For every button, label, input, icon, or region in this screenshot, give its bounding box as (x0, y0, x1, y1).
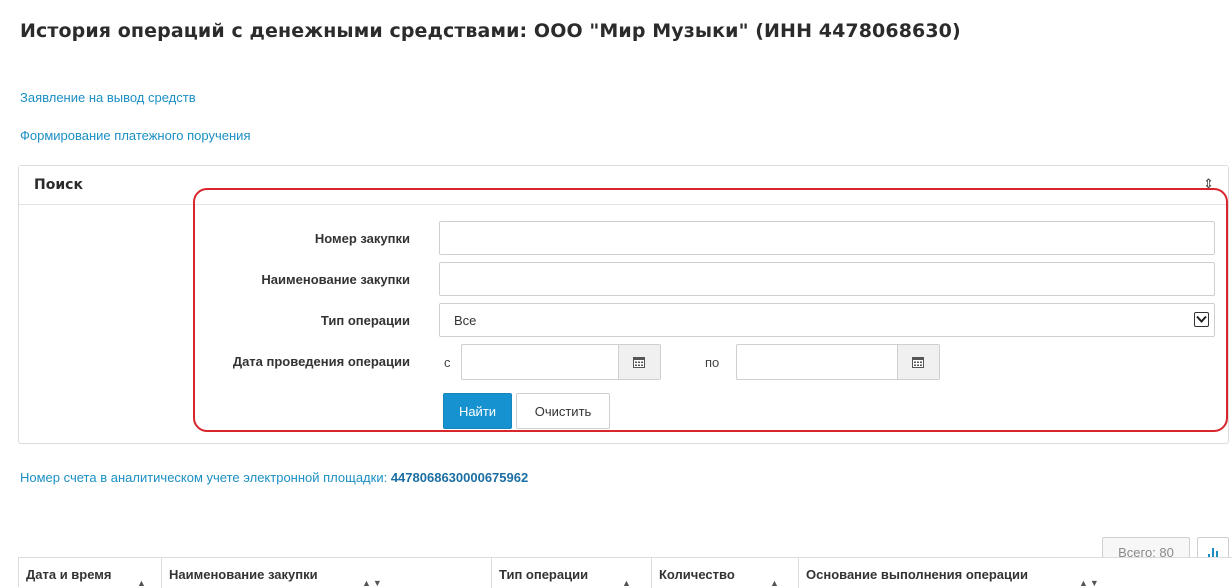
search-panel-title: Поиск (34, 177, 83, 193)
operation-type-selected-value: Все (454, 313, 477, 328)
payment-order-link[interactable]: Формирование платежного поручения (20, 128, 250, 143)
column-header-basis[interactable]: Основание выполнения операции ▲▼ (799, 558, 1232, 588)
vertical-arrows-icon[interactable]: ⇕ (1203, 175, 1214, 193)
date-from-input[interactable] (462, 345, 618, 379)
calendar-icon[interactable] (618, 345, 660, 379)
purchase-number-label: Номер закупки (314, 231, 410, 246)
purchase-number-input[interactable] (439, 221, 1215, 255)
account-number-label: Номер счета в аналитическом учете электр… (20, 470, 391, 485)
date-from-field[interactable] (461, 344, 661, 380)
operation-type-label: Тип операции (320, 313, 410, 328)
withdraw-request-link[interactable]: Заявление на вывод средств (20, 90, 196, 105)
account-number-value: 4478068630000675962 (390, 470, 529, 485)
page-title: История операций с денежными средствами:… (20, 20, 961, 42)
calendar-icon[interactable] (897, 345, 939, 379)
purchase-name-label: Наименование закупки (261, 272, 410, 287)
date-from-prefix: с (444, 355, 451, 370)
column-header-operation-type[interactable]: Тип операции ▲ (492, 558, 652, 588)
column-header-purchase-name[interactable]: Наименование закупки ▲▼ (162, 558, 492, 588)
date-to-input[interactable] (737, 345, 897, 379)
clear-button[interactable]: Очистить (516, 393, 610, 429)
account-number-line: Номер счета в аналитическом учете электр… (20, 470, 528, 485)
column-header-datetime[interactable]: Дата и время ▲ (19, 558, 162, 588)
search-panel-header[interactable]: Поиск ⇕ (19, 166, 1228, 205)
chevron-down-icon[interactable] (1194, 312, 1209, 327)
date-to-prefix: по (705, 355, 720, 370)
operations-table-header: Дата и время ▲ Наименование закупки ▲▼ Т… (18, 557, 1232, 588)
date-to-field[interactable] (736, 344, 940, 380)
find-button[interactable]: Найти (443, 393, 512, 429)
purchase-name-input[interactable] (439, 262, 1215, 296)
column-header-amount[interactable]: Количество ▲ (652, 558, 799, 588)
operation-date-label: Дата проведения операции (232, 354, 410, 369)
operation-type-select[interactable]: Все (439, 303, 1215, 337)
